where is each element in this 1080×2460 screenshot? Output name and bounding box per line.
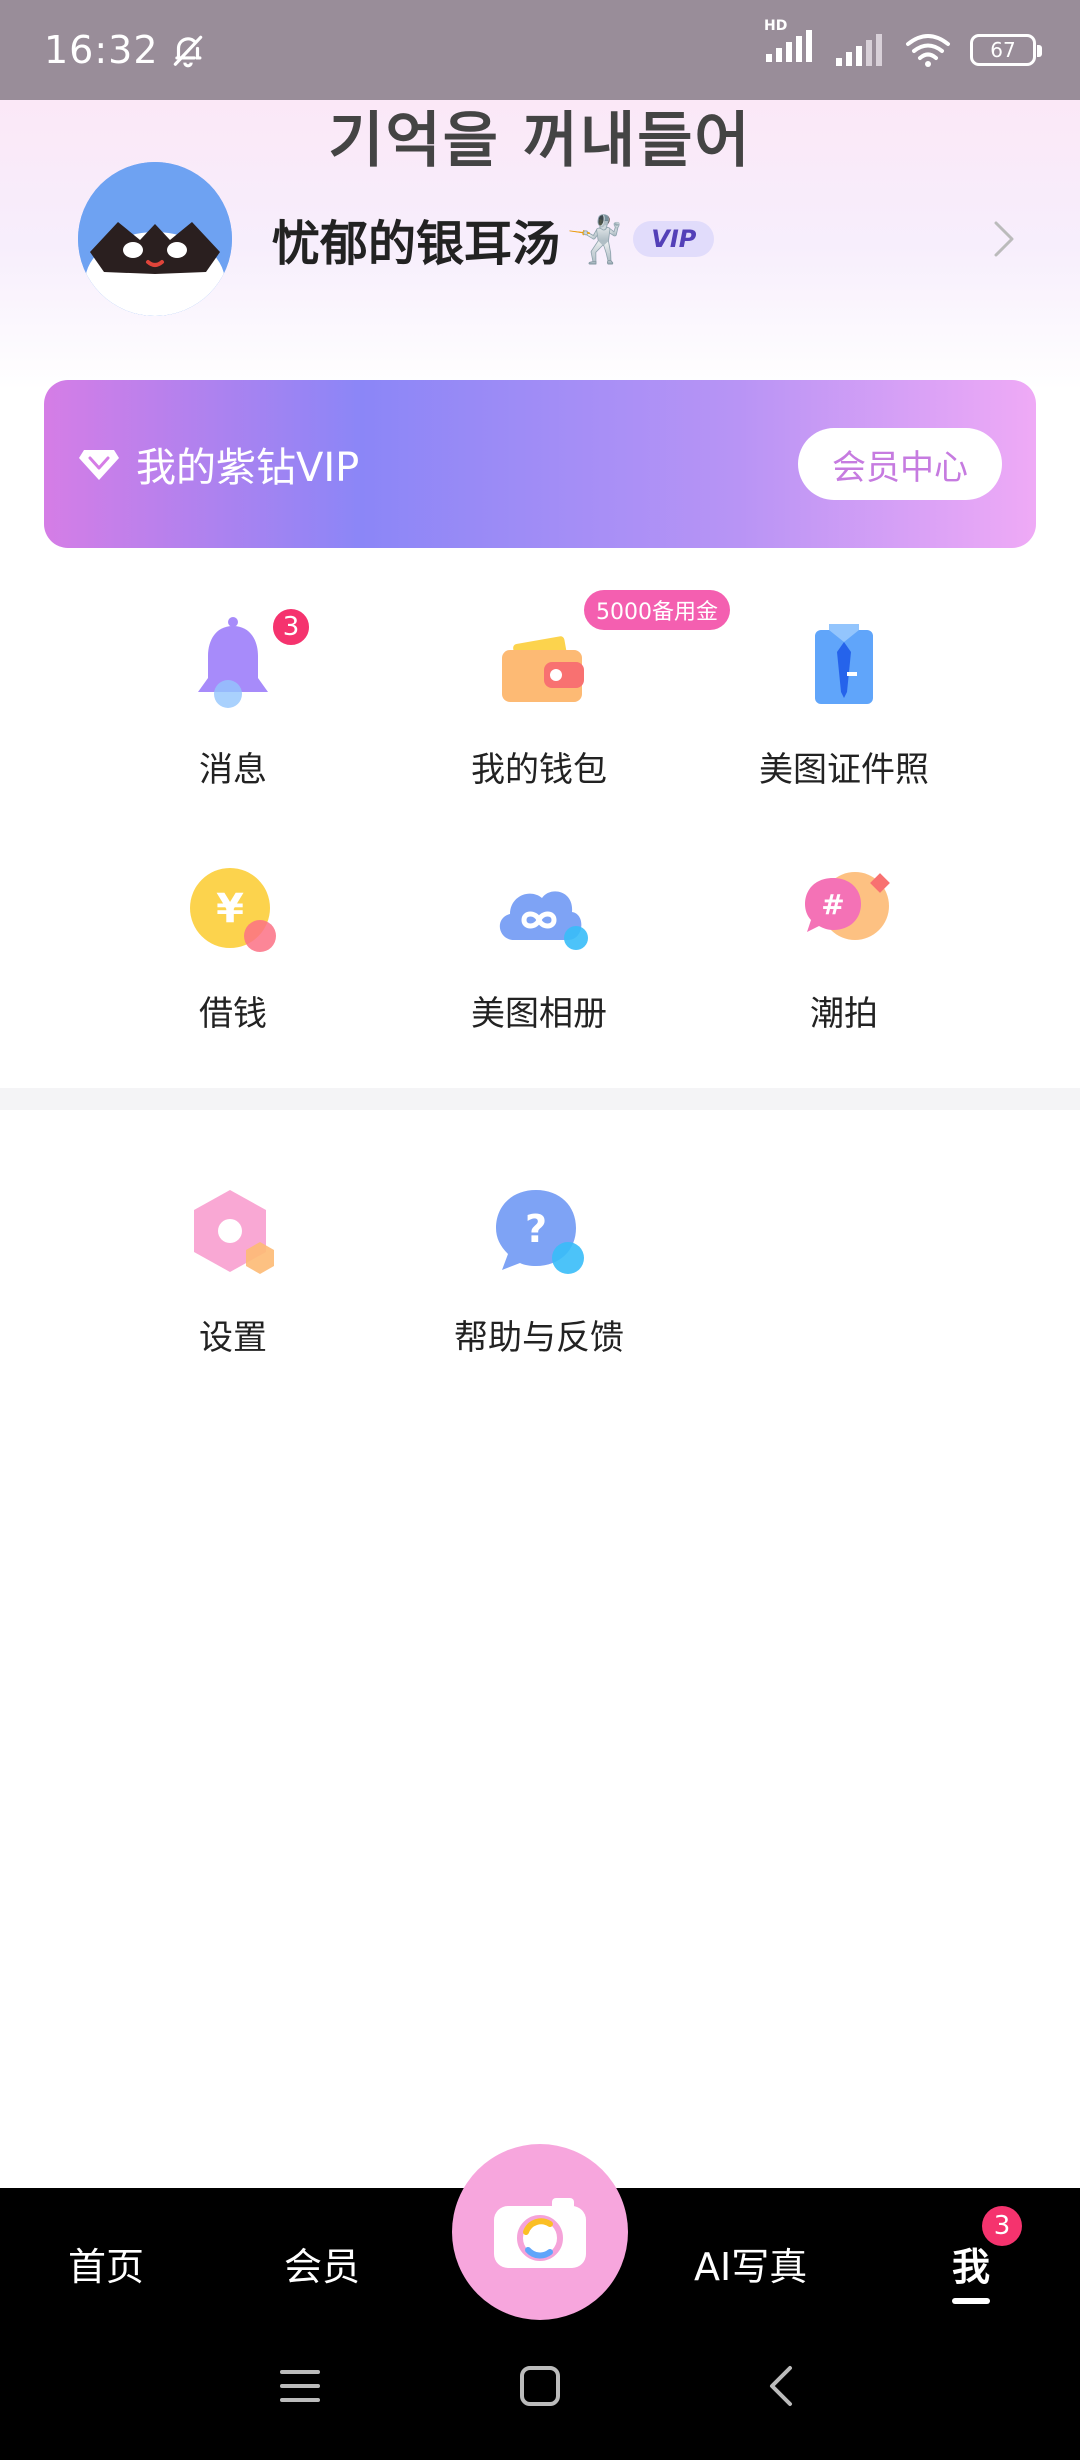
grid-item-album[interactable]: 美图相册	[389, 856, 689, 1056]
avatar[interactable]	[78, 162, 232, 316]
svg-text:?: ?	[525, 1207, 547, 1251]
signal-icon	[836, 34, 882, 66]
grid-item-messages[interactable]: 3 消息	[83, 606, 383, 812]
diamond-icon	[79, 450, 119, 480]
signal-hd-group: HD	[764, 18, 816, 73]
wifi-icon	[906, 34, 950, 67]
profile-row[interactable]: 忧郁的银耳汤 🤺 VIP	[78, 162, 1020, 316]
vip-banner[interactable]: 我的紫钻VIP 会员中心	[44, 380, 1036, 548]
hashtag-chat-icon: #	[789, 856, 899, 966]
nav-me[interactable]: 我	[952, 2236, 990, 2291]
grid-item-label: 借钱	[199, 994, 267, 1034]
grid-item-wallet[interactable]: 5000备用金 我的钱包	[389, 590, 730, 812]
camera-icon	[494, 2198, 586, 2268]
help-question-icon: ?	[484, 1180, 594, 1290]
avatar-illustration	[78, 162, 232, 316]
grid-item-label: 美图相册	[471, 994, 607, 1034]
hd-label: HD	[764, 17, 788, 34]
bell-icon: 3	[178, 606, 312, 722]
grid-item-label: 帮助与反馈	[454, 1318, 624, 1358]
id-photo-icon	[789, 612, 899, 722]
menu-icon[interactable]	[278, 2364, 322, 2408]
yuan-coin-icon: ¥	[178, 856, 288, 966]
home-square-icon[interactable]	[518, 2364, 562, 2408]
fencer-emoji: 🤺	[566, 211, 624, 266]
svg-text:#: #	[821, 888, 844, 921]
grid-item-label: 我的钱包	[471, 750, 607, 790]
battery-icon: 67	[970, 34, 1042, 66]
grid-item-label: 潮拍	[810, 994, 878, 1034]
grid-item-id-photo[interactable]: 美图证件照	[694, 612, 994, 812]
nav-active-indicator	[952, 2298, 990, 2304]
grid-item-label: 美图证件照	[759, 750, 929, 790]
cloud-infinity-icon	[484, 856, 594, 966]
settings-hexagon-icon	[178, 1180, 288, 1290]
battery-level: 67	[990, 38, 1016, 62]
section-divider	[0, 1088, 1080, 1110]
vip-badge: VIP	[633, 221, 715, 257]
nav-me-badge: 3	[982, 2206, 1022, 2246]
grid-item-borrow[interactable]: ¥ 借钱	[83, 856, 383, 1056]
status-time: 16:32	[44, 28, 159, 72]
back-icon[interactable]	[760, 2364, 804, 2408]
grid-item-settings[interactable]: 设置	[83, 1180, 383, 1380]
wallet-icon: 5000备用金	[484, 590, 730, 722]
username: 忧郁的银耳汤	[272, 216, 561, 272]
grid-item-help-feedback[interactable]: ? 帮助与反馈	[389, 1180, 689, 1380]
chevron-right-icon[interactable]	[986, 217, 1020, 261]
status-bar: 16:32 HD 67	[0, 0, 1080, 100]
vip-banner-title: 我的紫钻VIP	[136, 445, 360, 491]
nav-ai-portrait[interactable]: AI写真	[694, 2236, 807, 2291]
grid-item-trendy-shot[interactable]: # 潮拍	[694, 856, 994, 1056]
grid-item-label: 设置	[199, 1318, 267, 1358]
messages-badge: 3	[270, 606, 312, 648]
bell-off-icon	[173, 35, 202, 68]
nav-home[interactable]: 首页	[68, 2236, 144, 2291]
nav-member[interactable]: 会员	[284, 2236, 360, 2291]
system-nav-bar	[0, 2320, 1080, 2460]
camera-button[interactable]	[452, 2144, 628, 2320]
grid-item-label: 消息	[199, 750, 267, 790]
svg-text:¥: ¥	[216, 886, 244, 932]
member-center-button[interactable]: 会员中心	[798, 428, 1002, 500]
